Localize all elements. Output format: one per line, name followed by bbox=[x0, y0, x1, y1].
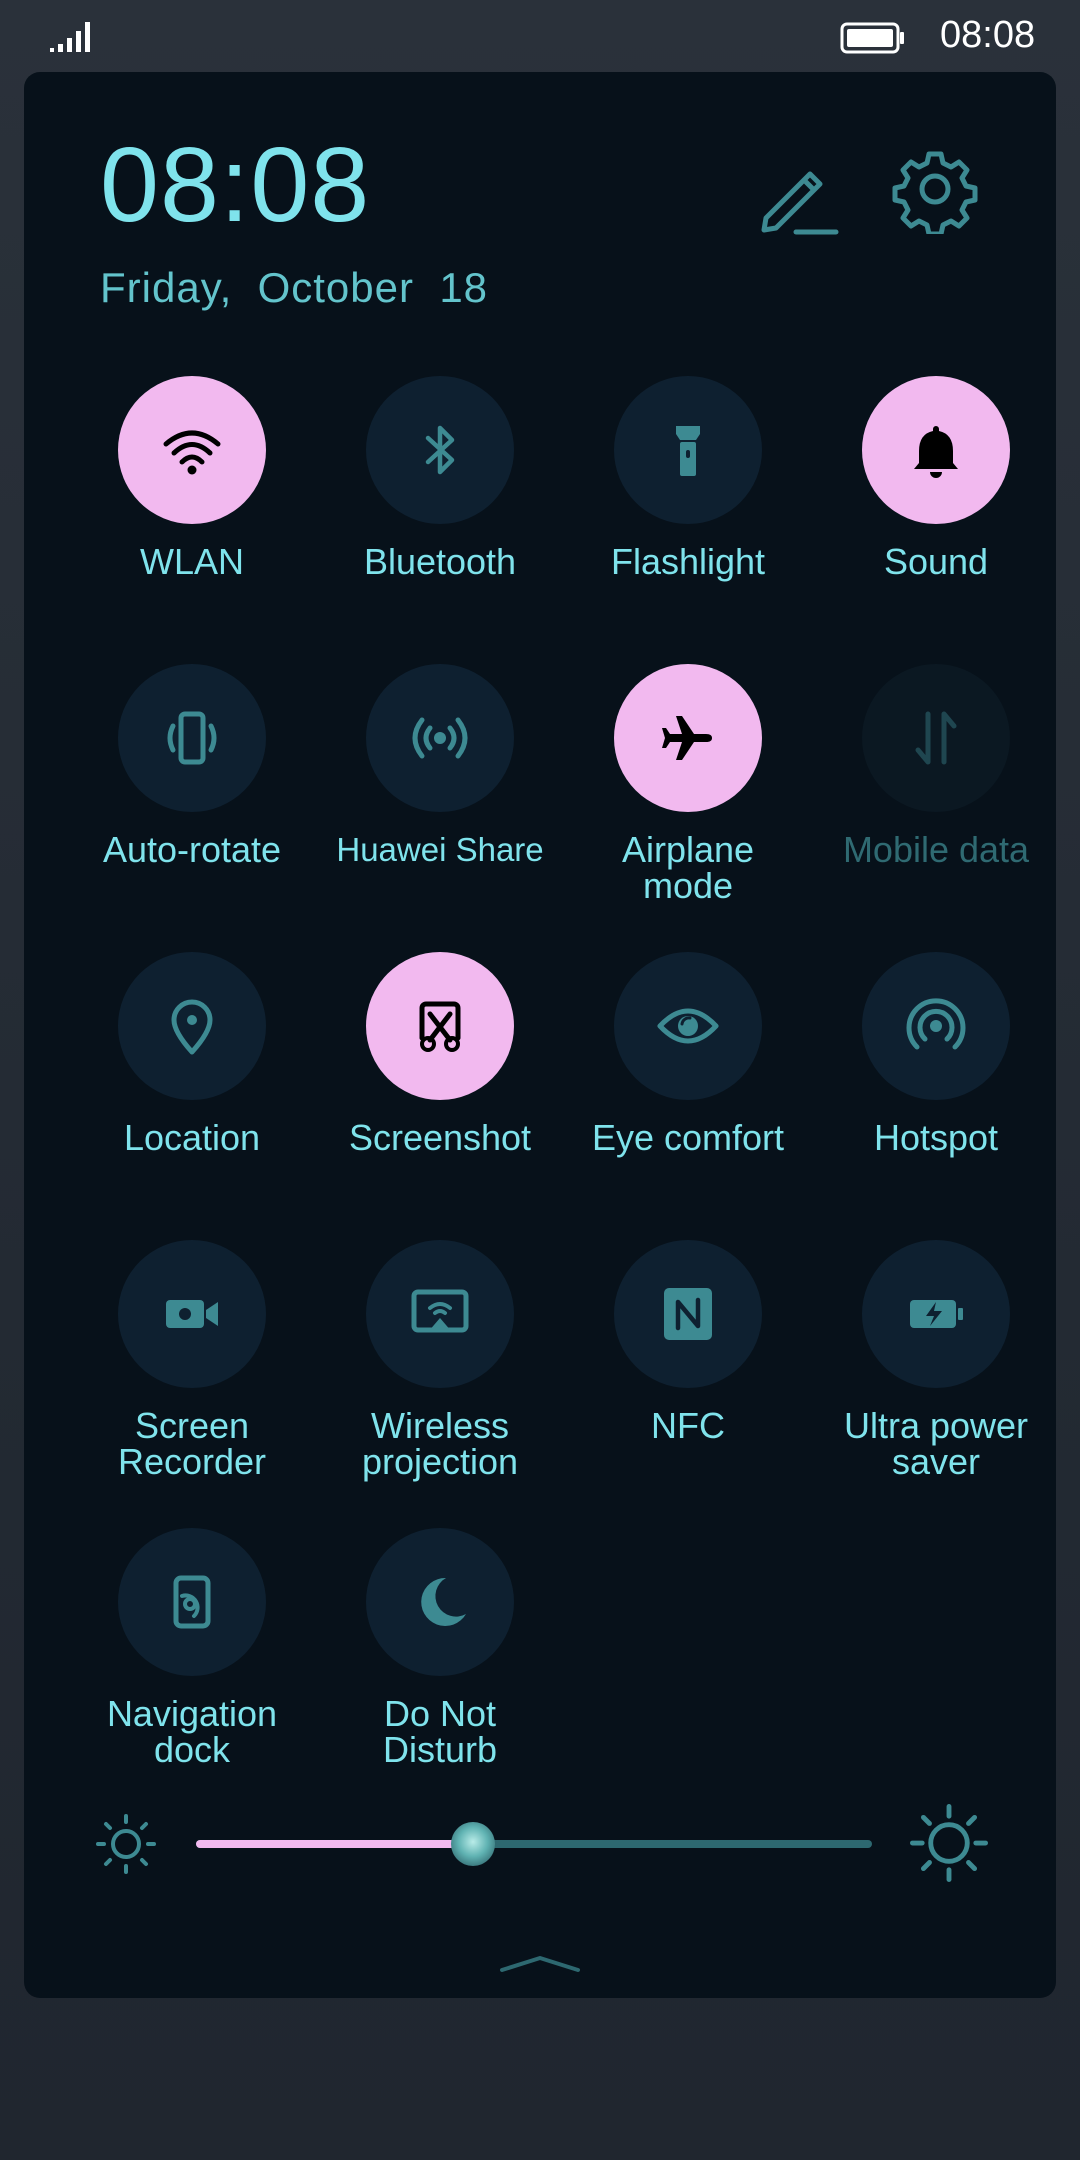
tile-sound[interactable]: Sound bbox=[816, 376, 1056, 636]
tile-label: Eye comfort bbox=[591, 1117, 785, 1158]
share-waves-icon bbox=[412, 717, 468, 759]
video-camera-icon bbox=[166, 1300, 218, 1328]
tile-label: Airplane mode bbox=[621, 829, 755, 906]
tile-label: Flashlight bbox=[610, 541, 766, 582]
vibrate-phone-icon bbox=[167, 711, 217, 765]
eye-icon bbox=[657, 1008, 719, 1044]
collapse-handle-icon[interactable] bbox=[490, 1946, 590, 1976]
location-pin-icon bbox=[171, 999, 213, 1055]
brightness-high-icon bbox=[910, 1804, 988, 1882]
tile-eye-comfort-button[interactable] bbox=[614, 952, 762, 1100]
tile-label: Do Not Disturb bbox=[382, 1693, 498, 1770]
tile-location[interactable]: Location bbox=[72, 952, 312, 1212]
flashlight-icon bbox=[676, 426, 700, 476]
tile-label: Sound bbox=[883, 541, 989, 582]
tile-screenshot[interactable]: Screenshot bbox=[320, 952, 560, 1212]
wifi-icon bbox=[163, 430, 221, 475]
brightness-low-icon bbox=[96, 1814, 156, 1874]
tile-label: WLAN bbox=[139, 541, 244, 582]
tile-do-not-disturb[interactable]: Do Not Disturb bbox=[320, 1528, 560, 1788]
tile-screenshot-button[interactable] bbox=[366, 952, 514, 1100]
tile-eye-comfort[interactable]: Eye comfort bbox=[568, 952, 808, 1212]
signal-icon bbox=[50, 22, 90, 52]
tile-wlan[interactable]: WLAN bbox=[72, 376, 312, 636]
brightness-slider-thumb[interactable] bbox=[451, 1822, 496, 1866]
status-time: 08:08 bbox=[940, 14, 1036, 56]
tile-sound-button[interactable] bbox=[862, 376, 1010, 524]
tile-bluetooth-button[interactable] bbox=[366, 376, 514, 524]
edit-icon[interactable] bbox=[752, 150, 842, 240]
brightness-slider-fill bbox=[196, 1840, 474, 1848]
tile-nfc-button[interactable] bbox=[614, 1240, 762, 1388]
quick-settings-panel: 08:08 Friday, October 18 WLAN Bluetooth bbox=[24, 72, 1056, 1998]
tile-label: Navigation dock bbox=[106, 1693, 278, 1770]
tile-auto-rotate-button[interactable] bbox=[118, 664, 266, 812]
tile-wireless-projection[interactable]: Wireless projection bbox=[320, 1240, 560, 1500]
tile-ultra-power-saver-button[interactable] bbox=[862, 1240, 1010, 1388]
tile-location-button[interactable] bbox=[118, 952, 266, 1100]
tile-flashlight[interactable]: Flashlight bbox=[568, 376, 808, 636]
tile-screen-recorder[interactable]: Screen Recorder bbox=[72, 1240, 312, 1500]
nfc-icon bbox=[664, 1288, 712, 1340]
nav-dock-icon bbox=[173, 1575, 211, 1629]
moon-icon bbox=[421, 1577, 466, 1626]
tile-label: NFC bbox=[651, 1405, 725, 1446]
tile-label: Mobile data bbox=[842, 829, 1030, 870]
tile-hotspot-button[interactable] bbox=[862, 952, 1010, 1100]
tile-label: Ultra power saver bbox=[843, 1405, 1029, 1482]
tile-ultra-power-saver[interactable]: Ultra power saver bbox=[816, 1240, 1056, 1500]
data-arrows-icon bbox=[915, 711, 957, 765]
tile-label: Huawei Share bbox=[336, 831, 544, 868]
tile-label: Screen Recorder bbox=[117, 1405, 267, 1482]
tile-mobile-data-button[interactable] bbox=[862, 664, 1010, 812]
tile-label: Auto-rotate bbox=[102, 829, 282, 870]
tile-airplane-mode-button[interactable] bbox=[614, 664, 762, 812]
tile-screen-recorder-button[interactable] bbox=[118, 1240, 266, 1388]
hotspot-icon bbox=[906, 998, 966, 1050]
tile-huawei-share[interactable]: Huawei Share bbox=[320, 664, 560, 924]
tile-label: Wireless projection bbox=[361, 1405, 519, 1482]
tile-do-not-disturb-button[interactable] bbox=[366, 1528, 514, 1676]
cast-icon bbox=[411, 1289, 469, 1333]
tile-mobile-data[interactable]: Mobile data bbox=[816, 664, 1056, 924]
status-bar: 08:08 bbox=[0, 0, 1080, 72]
settings-gear-icon[interactable] bbox=[890, 144, 980, 234]
tile-nfc[interactable]: NFC bbox=[568, 1240, 808, 1500]
tile-auto-rotate[interactable]: Auto-rotate bbox=[72, 664, 312, 924]
tile-flashlight-button[interactable] bbox=[614, 376, 762, 524]
tile-wlan-button[interactable] bbox=[118, 376, 266, 524]
bluetooth-icon bbox=[425, 425, 455, 475]
tile-bluetooth[interactable]: Bluetooth bbox=[320, 376, 560, 636]
tile-label: Screenshot bbox=[348, 1117, 532, 1158]
tile-airplane-mode[interactable]: Airplane mode bbox=[568, 664, 808, 924]
tile-huawei-share-button[interactable] bbox=[366, 664, 514, 812]
airplane-icon bbox=[662, 716, 712, 760]
tile-label: Hotspot bbox=[873, 1117, 999, 1158]
battery-icon bbox=[840, 22, 904, 54]
tile-wireless-projection-button[interactable] bbox=[366, 1240, 514, 1388]
bell-icon bbox=[914, 426, 958, 478]
tile-navigation-dock[interactable]: Navigation dock bbox=[72, 1528, 312, 1788]
tile-label: Location bbox=[123, 1117, 261, 1158]
tile-navigation-dock-button[interactable] bbox=[118, 1528, 266, 1676]
date: Friday, October 18 bbox=[100, 264, 489, 311]
clock: 08:08 bbox=[100, 126, 371, 244]
brightness-slider[interactable] bbox=[196, 1822, 872, 1866]
battery-bolt-icon bbox=[910, 1300, 963, 1328]
tile-hotspot[interactable]: Hotspot bbox=[816, 952, 1056, 1212]
scissors-icon bbox=[419, 1001, 461, 1052]
tile-label: Bluetooth bbox=[363, 541, 517, 582]
